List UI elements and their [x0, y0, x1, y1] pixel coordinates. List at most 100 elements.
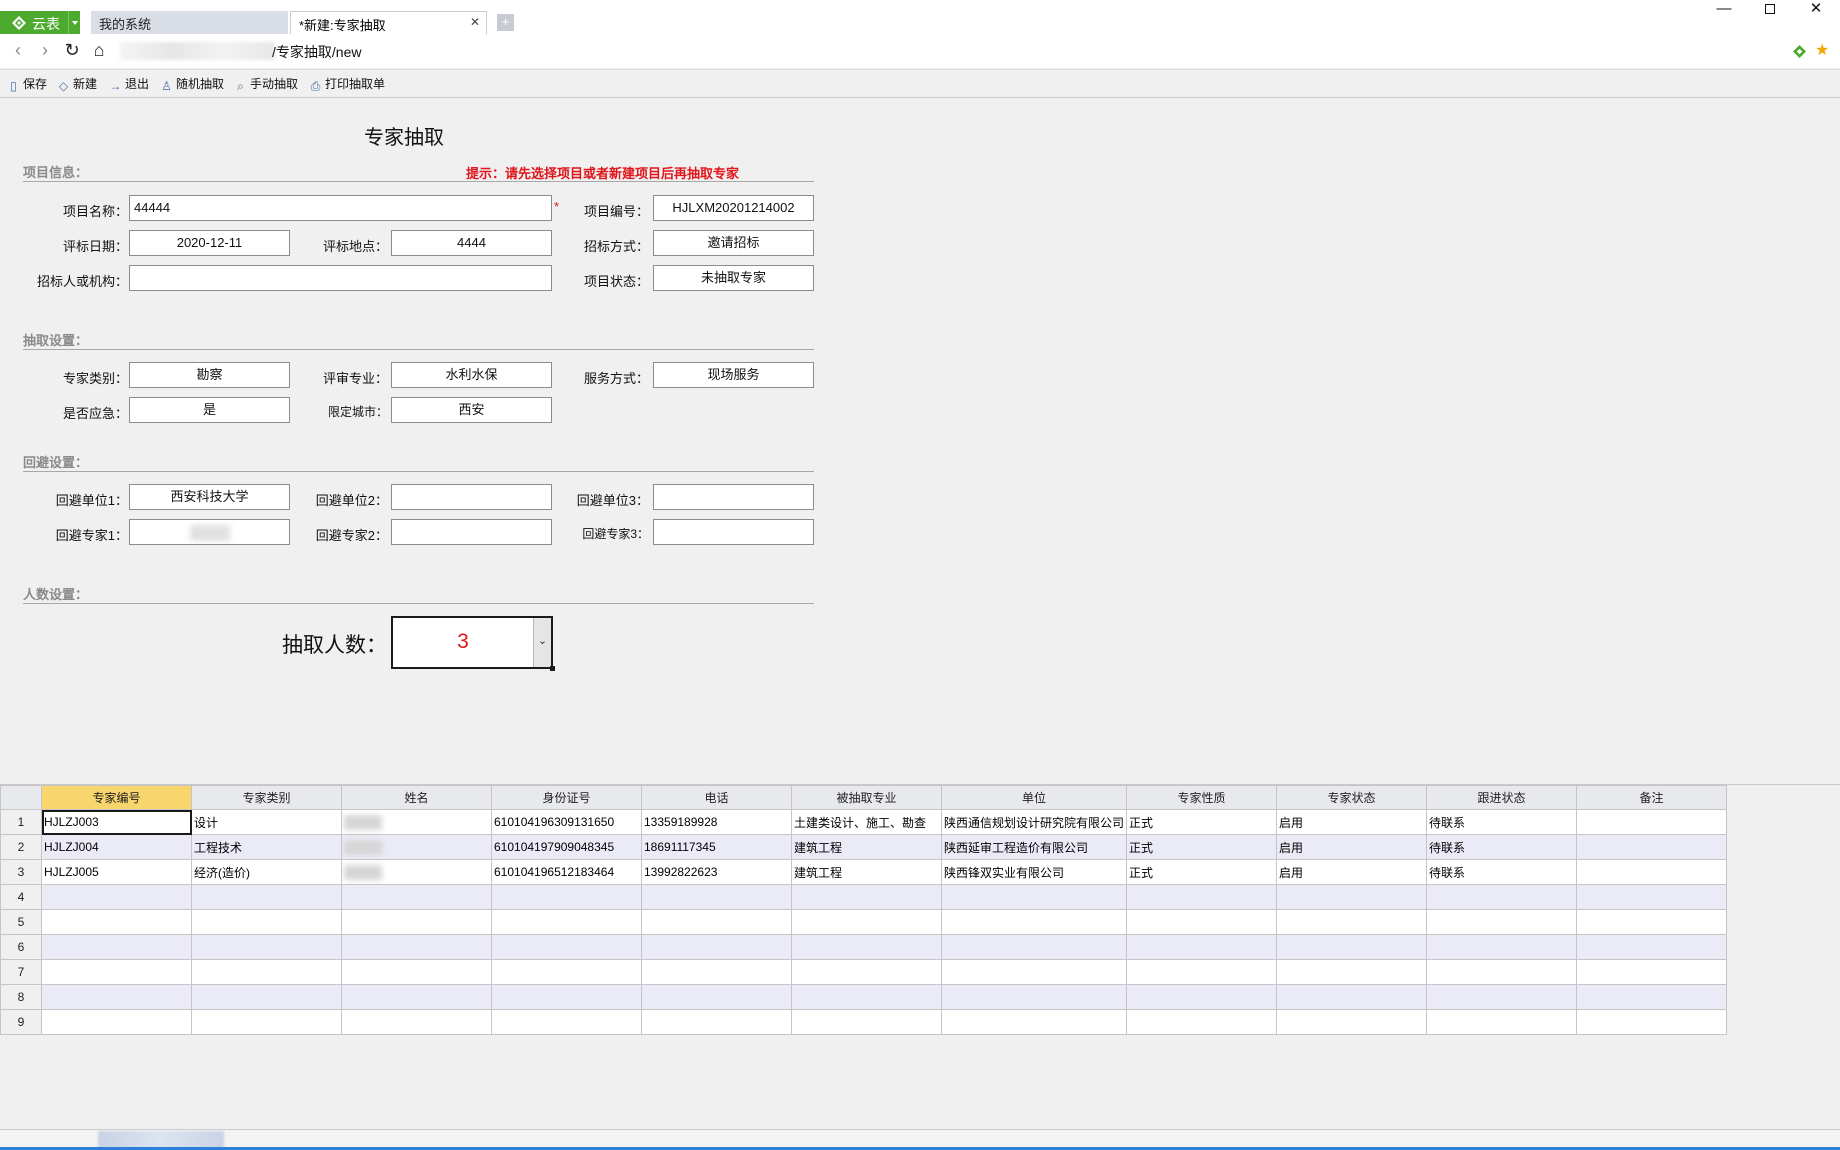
cell-follow-status[interactable]: [1426, 1009, 1578, 1035]
col-header-name[interactable]: 姓名: [341, 785, 492, 810]
cell-follow-status[interactable]: 待联系: [1426, 834, 1578, 860]
row-number[interactable]: 3: [0, 859, 42, 885]
cell-drawn-major[interactable]: [791, 959, 942, 985]
cell-id-number[interactable]: [491, 984, 642, 1010]
cell-expert-code[interactable]: [41, 884, 192, 910]
cell-expert-code[interactable]: HJLZJ003: [41, 809, 192, 835]
cell-expert-nature[interactable]: [1126, 959, 1278, 985]
cell-expert-code[interactable]: [41, 959, 192, 985]
cell-expert-status[interactable]: [1276, 934, 1428, 960]
random-draw-button[interactable]: ♙ 随机抽取: [160, 75, 224, 93]
cell-name[interactable]: [341, 959, 492, 985]
cell-remark[interactable]: [1576, 909, 1728, 935]
row-number[interactable]: 6: [0, 934, 42, 960]
manual-draw-button[interactable]: ⌕ 手动抽取: [234, 75, 298, 93]
cell-id-number[interactable]: 610104196309131650: [491, 809, 642, 835]
table-row[interactable]: 5: [0, 909, 1728, 935]
project-status-field[interactable]: 未抽取专家: [653, 265, 814, 291]
home-icon[interactable]: ⌂: [90, 41, 108, 60]
table-row[interactable]: 4: [0, 884, 1728, 910]
cell-follow-status[interactable]: [1426, 959, 1578, 985]
bid-method-field[interactable]: 邀请招标: [653, 230, 814, 256]
col-header-phone[interactable]: 电话: [641, 785, 792, 810]
cell-id-number[interactable]: [491, 934, 642, 960]
cell-name[interactable]: [341, 909, 492, 935]
cell-phone[interactable]: 13992822623: [641, 859, 792, 885]
cell-name[interactable]: [341, 859, 492, 885]
cell-follow-status[interactable]: [1426, 884, 1578, 910]
cell-phone[interactable]: 18691117345: [641, 834, 792, 860]
add-tab-icon[interactable]: +: [497, 14, 514, 31]
grid-corner[interactable]: [0, 785, 42, 810]
forward-icon[interactable]: ›: [36, 41, 54, 60]
avoid-unit2-field[interactable]: [391, 484, 552, 510]
table-row[interactable]: 7: [0, 959, 1728, 985]
print-button[interactable]: ⎙ 打印抽取单: [309, 75, 385, 93]
cell-remark[interactable]: [1576, 834, 1728, 860]
favorite-star-icon[interactable]: ★: [1815, 43, 1829, 59]
cell-expert-category[interactable]: [191, 934, 342, 960]
col-header-drawn-major[interactable]: 被抽取专业: [791, 785, 942, 810]
cell-id-number[interactable]: 610104197909048345: [491, 834, 642, 860]
cell-follow-status[interactable]: 待联系: [1426, 859, 1578, 885]
cell-follow-status[interactable]: [1426, 934, 1578, 960]
cell-drawn-major[interactable]: 建筑工程: [791, 859, 942, 885]
cell-unit[interactable]: [940, 984, 1128, 1010]
cell-phone[interactable]: [641, 934, 792, 960]
exit-button[interactable]: → 退出: [109, 75, 150, 93]
table-row[interactable]: 3 HJLZJ005 经济(造价) 610104196512183464 1399282…: [0, 859, 1728, 885]
cell-expert-nature[interactable]: [1126, 984, 1278, 1010]
cell-follow-status[interactable]: [1426, 984, 1578, 1010]
table-row[interactable]: 6: [0, 934, 1728, 960]
cell-follow-status[interactable]: [1426, 909, 1578, 935]
cell-unit[interactable]: [940, 934, 1128, 960]
project-code-field[interactable]: HJLXM20201214002: [653, 195, 814, 221]
cell-phone[interactable]: 13359189928: [641, 809, 792, 835]
row-number[interactable]: 8: [0, 984, 42, 1010]
avoid-expert2-field[interactable]: [391, 519, 552, 545]
expert-category-field[interactable]: 勘察: [129, 362, 290, 388]
cell-remark[interactable]: [1576, 934, 1728, 960]
cell-unit[interactable]: 陕西通信规划设计研究院有限公司: [940, 809, 1128, 835]
cell-remark[interactable]: [1576, 809, 1728, 835]
cell-phone[interactable]: [641, 959, 792, 985]
cell-phone[interactable]: [641, 884, 792, 910]
table-row[interactable]: 2 HJLZJ004 工程技术 610104197909048345 186911173…: [0, 834, 1728, 860]
col-header-id-number[interactable]: 身份证号: [491, 785, 642, 810]
cell-expert-status[interactable]: [1276, 1009, 1428, 1035]
cell-expert-status[interactable]: [1276, 884, 1428, 910]
chevron-down-icon[interactable]: ⌄: [533, 618, 555, 671]
col-header-unit[interactable]: 单位: [940, 785, 1128, 810]
cell-expert-code[interactable]: HJLZJ004: [41, 834, 192, 860]
cell-expert-status[interactable]: [1276, 984, 1428, 1010]
app-menu-button[interactable]: 云表: [0, 11, 80, 34]
cell-remark[interactable]: [1576, 1009, 1728, 1035]
row-number[interactable]: 4: [0, 884, 42, 910]
cell-remark[interactable]: [1576, 859, 1728, 885]
cell-remark[interactable]: [1576, 984, 1728, 1010]
review-date-field[interactable]: 2020-12-11: [129, 230, 290, 256]
table-row[interactable]: 1 HJLZJ003 设计 610104196309131650 13359189928…: [0, 809, 1728, 835]
cell-expert-nature[interactable]: 正式: [1126, 809, 1278, 835]
cell-expert-category[interactable]: [191, 909, 342, 935]
cell-drawn-major[interactable]: [791, 884, 942, 910]
cell-name[interactable]: [341, 884, 492, 910]
row-number[interactable]: 7: [0, 959, 42, 985]
cell-expert-category[interactable]: 经济(造价): [191, 859, 342, 885]
cell-expert-code[interactable]: [41, 984, 192, 1010]
cell-drawn-major[interactable]: 土建类设计、施工、勘查: [791, 809, 942, 835]
col-header-remark[interactable]: 备注: [1576, 785, 1728, 810]
avoid-expert1-field[interactable]: [129, 519, 290, 545]
cell-expert-code[interactable]: [41, 934, 192, 960]
cell-remark[interactable]: [1576, 959, 1728, 985]
col-header-follow-status[interactable]: 跟进状态: [1426, 785, 1578, 810]
cell-expert-category[interactable]: [191, 959, 342, 985]
tab-expert-draw[interactable]: *新建:专家抽取 ✕: [290, 11, 487, 34]
cell-id-number[interactable]: [491, 884, 642, 910]
cell-unit[interactable]: [940, 909, 1128, 935]
cell-expert-nature[interactable]: [1126, 1009, 1278, 1035]
cell-id-number[interactable]: [491, 1009, 642, 1035]
avoid-unit3-field[interactable]: [653, 484, 814, 510]
col-header-expert-status[interactable]: 专家状态: [1276, 785, 1428, 810]
cell-expert-nature[interactable]: [1126, 934, 1278, 960]
